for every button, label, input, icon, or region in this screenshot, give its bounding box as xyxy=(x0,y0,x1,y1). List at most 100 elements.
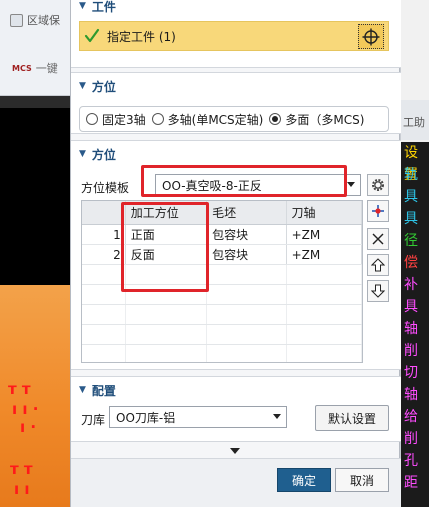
annotation-mark: т т xyxy=(10,460,33,478)
move-down-button[interactable] xyxy=(367,280,389,302)
operation-list-item[interactable]: 孔 xyxy=(401,450,429,472)
operation-list-item[interactable]: 偿 xyxy=(401,252,429,274)
right-tab-label: 工助 xyxy=(403,116,425,129)
table-row[interactable]: 1 正面 包容块 +ZM xyxy=(82,225,362,245)
workpiece-section-header[interactable]: ▼ 工件 xyxy=(71,0,401,19)
empty-row xyxy=(82,345,362,362)
radio-label: 固定3轴 xyxy=(102,112,146,127)
empty-row xyxy=(82,305,362,325)
table-row[interactable]: 2 反面 包容块 +ZM xyxy=(82,245,362,265)
blank-cell[interactable]: 包容块 xyxy=(207,245,287,264)
tool-library-label: 刀库 xyxy=(81,413,106,427)
operation-list-item[interactable]: 轴 xyxy=(401,318,429,340)
orientation-template-select[interactable]: OO-真空吸-8-正反 xyxy=(155,174,361,196)
delete-orientation-button[interactable] xyxy=(367,228,389,250)
annotation-mark: т т xyxy=(8,380,31,398)
delete-icon xyxy=(372,233,384,245)
direction-cell[interactable]: 正面 xyxy=(126,225,208,244)
expand-more-icon[interactable] xyxy=(230,448,240,454)
operation-list-item[interactable]: 给 xyxy=(401,406,429,428)
blank-cell[interactable]: 包容块 xyxy=(207,225,287,244)
move-down-icon xyxy=(371,284,385,298)
region-protect-tool[interactable]: 区域保 xyxy=(10,12,60,28)
ok-button[interactable]: 确定 xyxy=(277,468,331,492)
radio-label: 多面（多MCS) xyxy=(285,112,365,127)
config-section-header[interactable]: ▼ 配置 xyxy=(71,377,401,403)
operation-list-item[interactable]: 轴 xyxy=(401,384,429,406)
tool-library-select[interactable]: OO刀库-铝 xyxy=(109,406,287,428)
mcs-tool[interactable]: MCS 一键 xyxy=(12,60,58,76)
select-workpiece-button[interactable] xyxy=(358,24,384,49)
chevron-down-icon[interactable] xyxy=(347,182,355,187)
row-index: 2 xyxy=(82,245,126,264)
orientation-dialog: ▼ 工件 指定工件 (1) ▼ 方位 固定3轴 多轴(单MCS定轴) 多面（多M… xyxy=(70,0,401,507)
operation-list-item[interactable]: 设置 xyxy=(401,142,429,183)
default-settings-button[interactable]: 默认设置 xyxy=(315,405,389,431)
template-settings-button[interactable] xyxy=(367,174,389,196)
template-label: 方位模板 xyxy=(81,181,130,195)
chevron-down-icon[interactable] xyxy=(273,414,281,419)
axis-cell[interactable]: +ZM xyxy=(287,245,362,264)
orientation-mode-header[interactable]: ▼ 方位 xyxy=(71,73,401,99)
collapse-caret-icon: ▼ xyxy=(79,149,86,159)
workpiece-section-title: 工件 xyxy=(91,0,116,14)
column-header[interactable]: 毛坯 xyxy=(207,201,287,224)
gear-icon xyxy=(372,179,384,191)
right-tab[interactable]: 工助 xyxy=(401,100,429,140)
move-up-button[interactable] xyxy=(367,254,389,276)
operation-list-item[interactable]: 距 xyxy=(401,472,429,494)
empty-row xyxy=(82,325,362,345)
collapse-caret-icon: ▼ xyxy=(79,81,86,91)
orientation-mode-section: ▼ 方位 固定3轴 多轴(单MCS定轴) 多面（多MCS) xyxy=(71,72,401,134)
operation-list-item[interactable]: 径 xyxy=(401,230,429,252)
config-section-title: 配置 xyxy=(91,383,116,398)
orientation-mode-title: 方位 xyxy=(91,79,116,94)
crosshair-icon xyxy=(362,28,380,45)
collapse-caret-icon: ▼ xyxy=(79,1,86,11)
specify-workpiece-label: 指定工件 (1) xyxy=(107,29,176,44)
workpiece-section: ▼ 工件 指定工件 (1) xyxy=(71,0,401,68)
column-header[interactable]: 加工方位 xyxy=(126,201,208,224)
operation-list-item[interactable]: 具 xyxy=(401,186,429,208)
add-point-icon xyxy=(372,205,384,217)
axis-cell[interactable]: +ZM xyxy=(287,225,362,244)
radio-label: 多轴(单MCS定轴) xyxy=(167,112,264,127)
region-icon xyxy=(10,13,23,27)
row-index: 1 xyxy=(82,225,126,244)
annotation-mark: ı ı xyxy=(14,480,30,498)
radio-button[interactable] xyxy=(86,113,98,125)
move-up-icon xyxy=(371,258,385,272)
operation-list-item[interactable]: 具 xyxy=(401,208,429,230)
mcs-tool-label: 一键 xyxy=(35,62,58,75)
column-header xyxy=(82,201,126,224)
operation-list-item[interactable]: 削 xyxy=(401,340,429,362)
operation-list-item[interactable]: 切 xyxy=(401,362,429,384)
orientation-template-header[interactable]: ▼ 方位 xyxy=(71,141,401,167)
right-side-panel: 工助 设置轨具具径偿补具轴削切轴给削孔距 xyxy=(400,0,429,507)
operation-list-item[interactable]: 轨 xyxy=(401,164,429,186)
mcs-icon: MCS xyxy=(12,63,32,73)
operation-list-item[interactable]: 补 xyxy=(401,274,429,296)
radio-button-selected[interactable] xyxy=(269,113,282,125)
specify-workpiece-row[interactable]: 指定工件 (1) xyxy=(79,21,389,51)
region-tool-label: 区域保 xyxy=(27,14,60,27)
orientation-table: 加工方位 毛坯 刀轴 1 正面 包容块 +ZM 2 反面 包容块 +ZM xyxy=(81,200,363,363)
template-value: OO-真空吸-8-正反 xyxy=(162,178,262,193)
annotation-mark: ı ı · xyxy=(12,400,39,418)
radio-multi-axis[interactable]: 多轴(单MCS定轴) xyxy=(151,111,264,128)
add-orientation-button[interactable] xyxy=(367,200,389,222)
radio-button[interactable] xyxy=(151,113,164,125)
radio-multi-face[interactable]: 多面（多MCS) xyxy=(269,111,364,128)
tool-library-value: OO刀库-铝 xyxy=(116,410,176,425)
direction-cell[interactable]: 反面 xyxy=(126,245,208,264)
orientation-mode-group: 固定3轴 多轴(单MCS定轴) 多面（多MCS) xyxy=(79,106,389,132)
operation-list-item[interactable]: 具 xyxy=(401,296,429,318)
radio-fixed-3-axis[interactable]: 固定3轴 xyxy=(86,111,146,128)
cancel-button[interactable]: 取消 xyxy=(335,468,389,492)
orientation-template-title: 方位 xyxy=(91,147,116,162)
check-icon xyxy=(84,28,100,43)
dialog-footer: 确定 取消 xyxy=(71,458,401,507)
operation-list-item[interactable]: 削 xyxy=(401,428,429,450)
table-header: 加工方位 毛坯 刀轴 xyxy=(82,201,362,225)
column-header[interactable]: 刀轴 xyxy=(287,201,362,224)
